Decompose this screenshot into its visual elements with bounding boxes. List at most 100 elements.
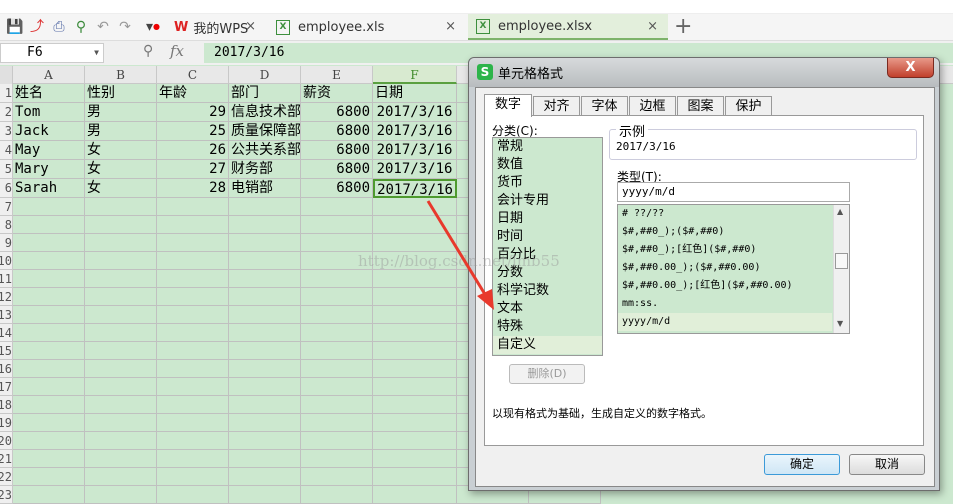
row-header[interactable]: 15 (0, 342, 13, 360)
type-list[interactable]: # ??/?? $#,##0_);($#,##0) $#,##0_);[红色]($#… (617, 204, 850, 334)
category-item[interactable]: 会计专用 (493, 192, 602, 210)
cell[interactable] (13, 270, 85, 288)
cell[interactable]: 年龄 (157, 84, 229, 103)
cell[interactable] (301, 486, 373, 504)
cell[interactable]: Sarah (13, 179, 85, 198)
cell[interactable] (13, 306, 85, 324)
cell[interactable]: 性别 (85, 84, 157, 103)
cell[interactable] (85, 324, 157, 342)
cell[interactable] (229, 306, 301, 324)
cell[interactable] (13, 216, 85, 234)
cell[interactable] (157, 324, 229, 342)
cell[interactable] (13, 234, 85, 252)
cell[interactable] (373, 468, 457, 486)
cell[interactable]: May (13, 141, 85, 160)
cell[interactable] (373, 288, 457, 306)
cell[interactable] (373, 360, 457, 378)
cell[interactable]: 6800 (301, 179, 373, 198)
row-header[interactable]: 17 (0, 378, 13, 396)
cell[interactable] (157, 468, 229, 486)
category-list[interactable]: 常规 数值 货币 会计专用 日期 时间 百分比 分数 科学记数 文本 特殊 自定义 (492, 137, 603, 356)
redo-icon[interactable]: ↷ (117, 19, 133, 35)
cell[interactable] (157, 450, 229, 468)
cell[interactable]: 质量保障部 (229, 122, 301, 141)
cell[interactable]: 29 (157, 103, 229, 122)
row-header[interactable]: 16 (0, 360, 13, 378)
row-header[interactable]: 6 (0, 179, 13, 198)
row-header[interactable]: 9 (0, 234, 13, 252)
cell[interactable]: 男 (85, 122, 157, 141)
cell[interactable] (157, 414, 229, 432)
row-header[interactable]: 21 (0, 450, 13, 468)
row-header[interactable]: 1 (0, 84, 13, 103)
cell[interactable]: 姓名 (13, 84, 85, 103)
cell[interactable] (85, 396, 157, 414)
cell[interactable]: 女 (85, 179, 157, 198)
cell[interactable]: 2017/3/16 (373, 122, 457, 141)
cell[interactable]: 电销部 (229, 179, 301, 198)
cell[interactable] (373, 198, 457, 216)
category-item[interactable]: 常规 (493, 138, 602, 156)
category-item[interactable]: 分数 (493, 264, 602, 282)
cell[interactable] (229, 234, 301, 252)
row-header[interactable]: 14 (0, 324, 13, 342)
cell[interactable]: Mary (13, 160, 85, 179)
cell[interactable] (373, 486, 457, 504)
scroll-thumb[interactable] (835, 253, 848, 269)
type-item[interactable]: $#,##0_);($#,##0) (618, 223, 832, 241)
row-header[interactable]: 18 (0, 396, 13, 414)
cell[interactable] (13, 342, 85, 360)
cell[interactable] (13, 360, 85, 378)
cell[interactable] (229, 450, 301, 468)
row-header[interactable]: 7 (0, 198, 13, 216)
cell[interactable] (373, 396, 457, 414)
tab-my-wps[interactable]: W 我的WPS × (166, 14, 266, 40)
cell[interactable]: 2017/3/16 (373, 103, 457, 122)
delete-button[interactable]: 删除(D) (509, 364, 585, 384)
cell[interactable] (229, 378, 301, 396)
cell[interactable] (85, 450, 157, 468)
cell[interactable]: 信息技术部 (229, 103, 301, 122)
cell[interactable] (229, 216, 301, 234)
category-item[interactable]: 时间 (493, 228, 602, 246)
cell[interactable] (229, 198, 301, 216)
chevron-down-icon[interactable]: ▼ (94, 44, 99, 62)
cell[interactable] (157, 360, 229, 378)
tab-border[interactable]: 边框 (629, 96, 676, 116)
cell[interactable] (157, 396, 229, 414)
cell[interactable] (157, 486, 229, 504)
cell[interactable]: 薪资 (301, 84, 373, 103)
cell[interactable]: 男 (85, 103, 157, 122)
cell[interactable] (373, 450, 457, 468)
tab-alignment[interactable]: 对齐 (533, 96, 580, 116)
cell[interactable] (301, 216, 373, 234)
cell[interactable] (13, 378, 85, 396)
cell[interactable] (229, 414, 301, 432)
row-header[interactable]: 13 (0, 306, 13, 324)
function-icon[interactable]: fx (170, 42, 184, 60)
cell[interactable] (301, 468, 373, 486)
cell[interactable] (85, 252, 157, 270)
close-button[interactable]: X (887, 58, 934, 78)
cell[interactable] (13, 486, 85, 504)
cell[interactable]: Tom (13, 103, 85, 122)
scroll-down-icon[interactable]: ▼ (837, 319, 843, 328)
type-item[interactable]: mm:ss. (618, 295, 832, 313)
cell[interactable] (301, 396, 373, 414)
cell[interactable] (301, 234, 373, 252)
cell[interactable] (373, 432, 457, 450)
cancel-button[interactable]: 取消 (849, 454, 925, 475)
cell[interactable] (157, 342, 229, 360)
cell[interactable] (85, 306, 157, 324)
cell[interactable] (85, 198, 157, 216)
cell[interactable] (229, 288, 301, 306)
cell[interactable] (157, 288, 229, 306)
cell[interactable] (157, 198, 229, 216)
cell[interactable]: 6800 (301, 160, 373, 179)
cell[interactable]: 6800 (301, 122, 373, 141)
cell[interactable]: 27 (157, 160, 229, 179)
column-f[interactable]: F (373, 66, 457, 84)
type-list-scrollbar[interactable]: ▲ ▼ (833, 205, 849, 333)
cell[interactable] (157, 432, 229, 450)
cell[interactable]: 日期 (373, 84, 457, 103)
